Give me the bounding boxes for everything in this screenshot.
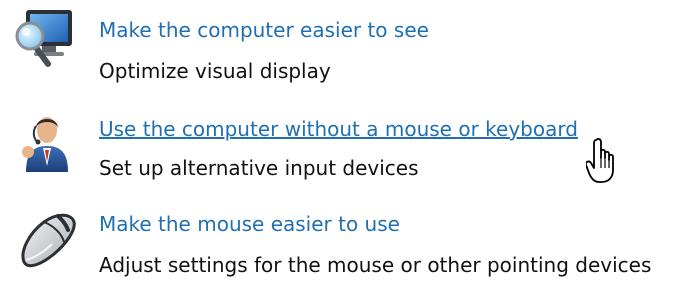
- ease-of-access-item-see: Make the computer easier to see Optimize…: [0, 0, 685, 90]
- person-with-headset-icon[interactable]: [14, 108, 80, 174]
- optimize-visual-display-description: Optimize visual display: [99, 59, 331, 83]
- ease-of-access-item-input: Use the computer without a mouse or keyb…: [0, 94, 685, 184]
- magnifier-monitor-icon[interactable]: [14, 6, 80, 72]
- make-mouse-easier-to-use-link[interactable]: Make the mouse easier to use: [99, 212, 400, 236]
- adjust-mouse-settings-description: Adjust settings for the mouse or other p…: [99, 253, 652, 277]
- make-computer-easier-to-see-link[interactable]: Make the computer easier to see: [99, 18, 429, 42]
- hand-pointer-icon: [584, 138, 622, 184]
- mouse-icon[interactable]: [14, 204, 80, 270]
- ease-of-access-item-mouse: Make the mouse easier to use Adjust sett…: [0, 192, 685, 282]
- set-up-alternative-input-devices-description: Set up alternative input devices: [99, 156, 419, 180]
- use-computer-without-mouse-or-keyboard-link[interactable]: Use the computer without a mouse or keyb…: [99, 117, 578, 141]
